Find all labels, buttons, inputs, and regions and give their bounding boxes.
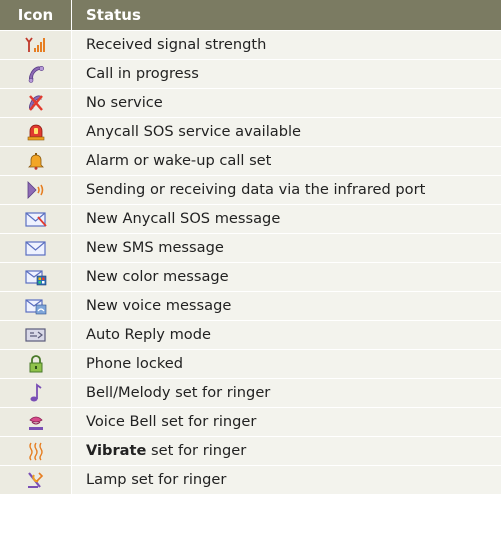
music-note-icon: [30, 382, 42, 401]
call-in-progress-icon: [28, 65, 44, 83]
voice-bell-icon: [28, 416, 43, 430]
infrared-icon: [27, 180, 43, 199]
table-row: Received signal strength: [0, 29, 501, 59]
table-row: Voice Bell set for ringer: [0, 406, 501, 436]
status-text: Bell/Melody set for ringer: [71, 377, 501, 407]
table-row: No service: [0, 87, 501, 117]
status-text: Voice Bell set for ringer: [71, 406, 501, 436]
no-service-icon: [28, 94, 43, 111]
table-row: Call in progress: [0, 58, 501, 88]
status-icons-table: Icon Status Received signal strength Cal…: [0, 0, 501, 494]
status-text: Received signal strength: [71, 29, 501, 59]
table-row: New SMS message: [0, 232, 501, 262]
icon-column-header: Icon: [0, 0, 72, 30]
signal-strength-icon: [24, 36, 45, 52]
status-text: No service: [71, 87, 501, 117]
table-row: Auto Reply mode: [0, 319, 501, 349]
status-text: New voice message: [71, 290, 501, 320]
table-row: New Anycall SOS message: [0, 203, 501, 233]
alarm-bell-icon: [27, 152, 44, 170]
table-row: Vibrate set for ringer: [0, 435, 501, 465]
table-row: New voice message: [0, 290, 501, 320]
padlock-icon: [29, 354, 42, 372]
status-text: Anycall SOS service available: [71, 116, 501, 146]
status-text: Lamp set for ringer: [71, 464, 501, 494]
status-bold-text: Vibrate: [86, 442, 147, 459]
auto-reply-icon: [24, 327, 46, 342]
table-row: Sending or receiving data via the infrar…: [0, 174, 501, 204]
sms-envelope-icon: [24, 240, 46, 256]
status-text: Vibrate set for ringer: [71, 435, 501, 465]
vibrate-icon: [28, 442, 43, 460]
table-row: Phone locked: [0, 348, 501, 378]
lamp-icon: [27, 471, 43, 488]
sos-service-icon: [27, 124, 44, 140]
table-row: New color message: [0, 261, 501, 291]
status-text: Alarm or wake-up call set: [71, 145, 501, 175]
table-header-row: Icon Status: [0, 0, 501, 30]
status-rest-text: set for ringer: [146, 442, 247, 459]
status-text: Auto Reply mode: [71, 319, 501, 349]
status-text: New SMS message: [71, 232, 501, 262]
table-row: Lamp set for ringer: [0, 464, 501, 494]
status-text: Sending or receiving data via the infrar…: [71, 174, 501, 204]
voice-message-icon: [24, 298, 46, 314]
status-text: New color message: [71, 261, 501, 291]
table-row: Bell/Melody set for ringer: [0, 377, 501, 407]
status-text: New Anycall SOS message: [71, 203, 501, 233]
table-row: Anycall SOS service available: [0, 116, 501, 146]
status-text: Call in progress: [71, 58, 501, 88]
table-row: Alarm or wake-up call set: [0, 145, 501, 175]
status-text: Phone locked: [71, 348, 501, 378]
sos-message-icon: [24, 211, 47, 227]
color-message-icon: [24, 269, 46, 285]
status-column-header: Status: [86, 5, 141, 24]
